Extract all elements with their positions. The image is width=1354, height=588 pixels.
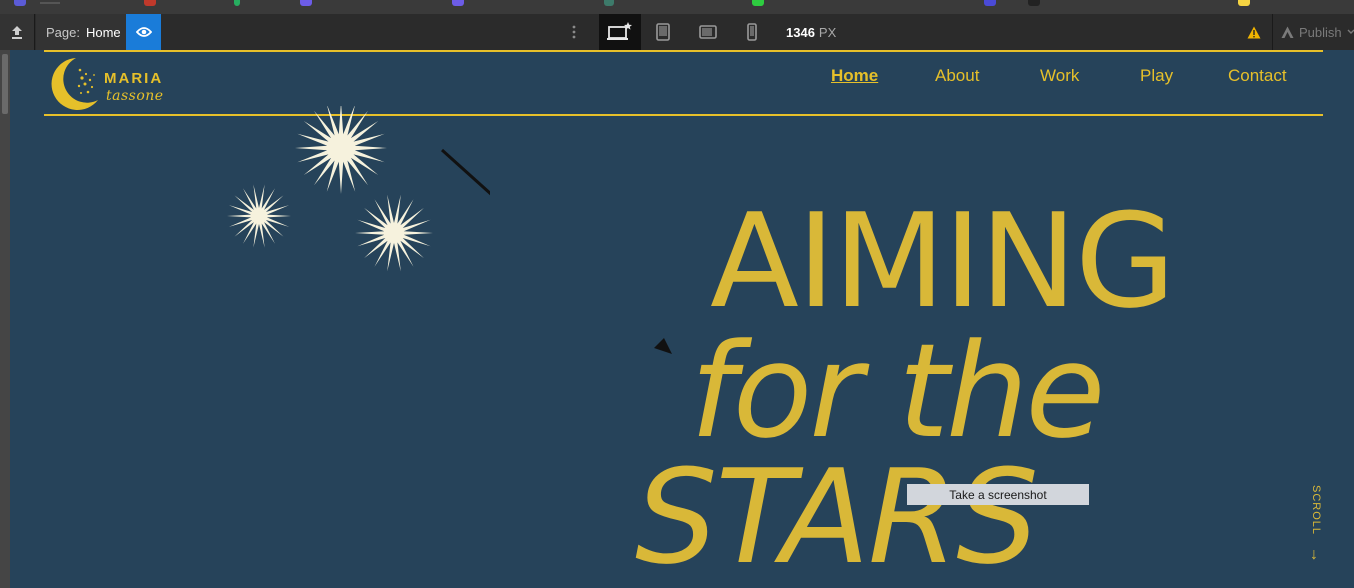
more-options-button[interactable] [564,14,584,50]
eye-icon [135,27,152,37]
tab-favicon[interactable] [752,0,764,6]
site-logo[interactable]: MARIA tassone [46,56,176,112]
tablet-landscape-icon [699,25,717,39]
upload-icon [12,26,22,39]
logo-name: MARIA [104,70,164,87]
header-top-rule [44,50,1323,52]
phone-icon [747,23,757,41]
editor-toolbar: Page: Home 1346 PX Publish [0,14,1354,51]
more-vertical-icon [572,25,576,39]
tablet-landscape-breakpoint-button[interactable] [687,14,729,50]
phone-breakpoint-button[interactable] [731,14,773,50]
screenshot-tooltip: Take a screenshot [907,484,1089,505]
chevron-down-icon [1347,29,1354,34]
tab-favicon[interactable] [300,0,312,6]
starburst-small-icon [227,184,291,248]
scroll-label: SCROLL [1310,484,1322,536]
tablet-icon [656,23,670,41]
nav-link-home[interactable]: Home [831,66,878,86]
gutter-scrollbar[interactable] [2,54,8,114]
publish-icon [1281,26,1294,38]
warnings-button[interactable] [1242,14,1266,50]
upload-button[interactable] [0,14,35,50]
tab-favicon[interactable] [1238,0,1250,6]
canvas-width-unit: PX [818,24,837,40]
page-selector-label: Page: [46,24,80,40]
scroll-indicator[interactable]: SCROLL ↓ [1306,485,1326,586]
tab-favicon[interactable] [234,0,240,6]
browser-tab-strip [0,0,1354,14]
canvas-width-readout: 1346 PX [786,14,836,50]
tab-favicon[interactable] [1028,0,1040,6]
starburst-medium-icon [355,194,433,272]
pointer-arrow-icon [440,148,490,196]
tab-favicon[interactable] [144,0,156,6]
preview-button[interactable] [126,14,161,50]
page-selector-value: Home [85,24,121,40]
desktop-breakpoint-button[interactable] [599,14,641,50]
tab-favicon[interactable] [604,0,614,6]
nav-link-contact[interactable]: Contact [1228,66,1287,86]
arrowhead-icon [654,338,672,354]
tab-divider [40,2,60,4]
publish-label: Publish [1299,24,1342,40]
publish-button[interactable]: Publish [1272,14,1354,50]
tablet-breakpoint-button[interactable] [642,14,684,50]
nav-link-play[interactable]: Play [1140,66,1173,86]
page-selector[interactable]: Page: Home [36,14,131,50]
warning-icon [1247,26,1261,38]
nav-link-work[interactable]: Work [1040,66,1079,86]
scroll-arrow-icon: ↓ [1310,546,1318,563]
canvas-width-value: 1346 [786,24,815,40]
starburst-large-icon [295,106,387,194]
hero-line-stars: STARS [635,441,1039,588]
nav-link-about[interactable]: About [935,66,979,86]
tab-favicon[interactable] [452,0,464,6]
moon-logo-icon [51,58,98,110]
left-gutter [0,50,10,588]
hero-line-for-the: for the [690,315,1105,467]
starbursts-decoration [227,106,490,272]
tab-favicon[interactable] [14,0,26,6]
logo-subtitle: tassone [106,88,164,104]
site-canvas: MARIA tassone Home About Work Play Conta… [10,50,1354,588]
desktop-star-icon [607,22,632,40]
hero-line-aiming: AIMING [710,185,1176,337]
tab-favicon[interactable] [984,0,996,6]
